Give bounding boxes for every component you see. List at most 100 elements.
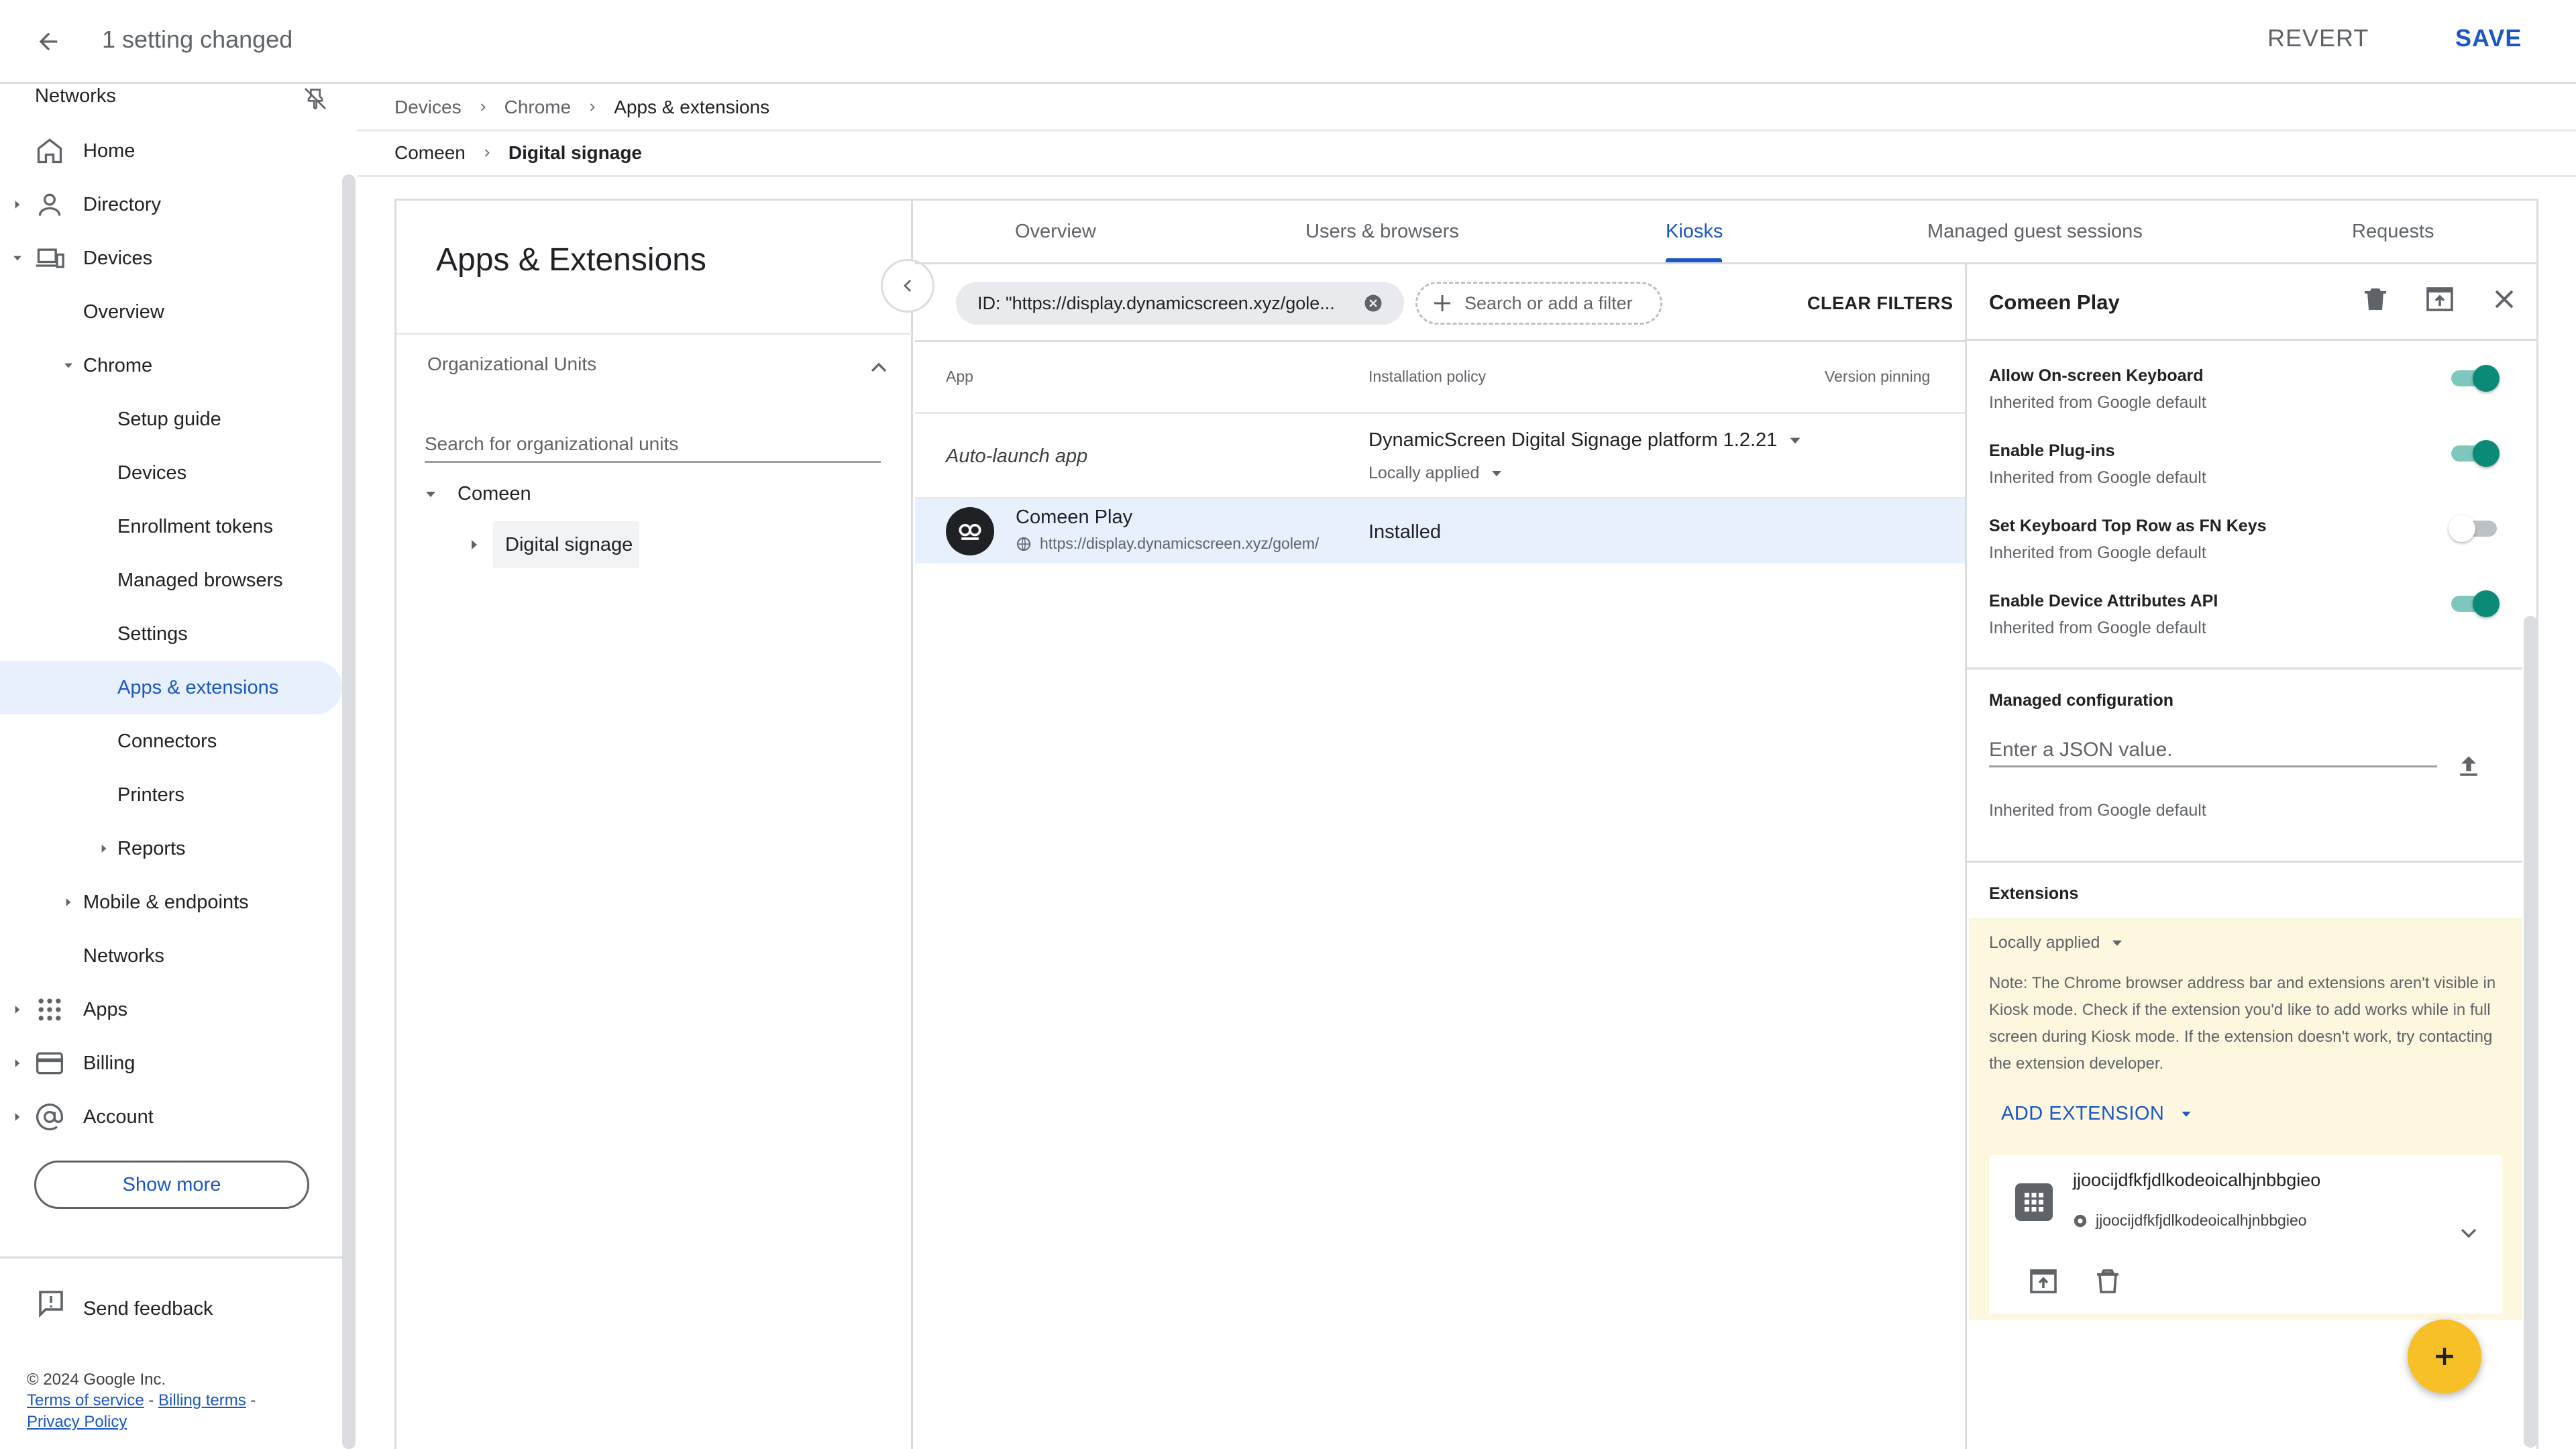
setting-title: Set Keyboard Top Row as FN Keys: [1989, 517, 2267, 535]
filter-chip[interactable]: ID: "https://display.dynamicscreen.xyz/g…: [956, 282, 1404, 325]
breadcrumb-comeen[interactable]: Comeen: [394, 142, 466, 164]
open-in-new-icon[interactable]: [2424, 283, 2456, 315]
billing-terms-link[interactable]: Billing terms: [158, 1391, 246, 1409]
tree-item-label: Comeen: [458, 483, 531, 504]
caret-right-icon[interactable]: [97, 842, 111, 855]
chevron-down-icon[interactable]: [2455, 1220, 2482, 1246]
save-button[interactable]: SAVE: [2455, 24, 2522, 52]
sidebar-item-home[interactable]: Home: [0, 124, 343, 178]
caret-down-icon[interactable]: [423, 486, 439, 502]
sidebar-item-managed-browsers[interactable]: Managed browsers: [0, 553, 343, 607]
sidebar-item-devices[interactable]: Devices: [0, 231, 343, 285]
extensions-inheritance-select[interactable]: Locally applied: [1989, 933, 2125, 953]
show-more-button[interactable]: Show more: [34, 1161, 309, 1209]
sidebar-item-setup-guide[interactable]: Setup guide: [0, 392, 343, 446]
divider: [1965, 264, 1967, 1449]
open-in-new-icon[interactable]: [2027, 1265, 2059, 1297]
add-extension-button[interactable]: ADD EXTENSION: [2001, 1103, 2194, 1125]
chevron-up-icon[interactable]: [865, 354, 892, 381]
upload-icon[interactable]: [2454, 751, 2483, 781]
collapse-panel-button[interactable]: [881, 259, 934, 313]
clear-filters-button[interactable]: CLEAR FILTERS: [1807, 293, 1953, 314]
tab-requests[interactable]: Requests: [2352, 221, 2434, 243]
sidebar-item-overview[interactable]: Overview: [0, 285, 343, 339]
terms-of-service-link[interactable]: Terms of service: [27, 1391, 144, 1409]
sidebar-item-connectors[interactable]: Connectors: [0, 714, 343, 768]
sidebar-item-billing[interactable]: Billing: [0, 1036, 343, 1090]
tab-managed-guest-sessions[interactable]: Managed guest sessions: [1927, 221, 2143, 243]
column-header-app[interactable]: App: [946, 368, 973, 386]
breadcrumb-chrome[interactable]: Chrome: [504, 97, 572, 118]
caret-right-icon[interactable]: [11, 1110, 24, 1124]
dropdown-arrow-icon: [1492, 470, 1502, 476]
back-button[interactable]: [27, 20, 70, 63]
onscreen-keyboard-toggle[interactable]: [2449, 364, 2500, 392]
sidebar-item-label: Directory: [83, 193, 162, 215]
sidebar-item-chrome-devices[interactable]: Devices: [0, 446, 343, 500]
cancel-icon[interactable]: [1363, 293, 1383, 313]
tab-overview[interactable]: Overview: [1015, 221, 1096, 243]
breadcrumb-apps-extensions: Apps & extensions: [614, 97, 770, 117]
json-config-input[interactable]: [1989, 734, 2437, 767]
sidebar-item-directory[interactable]: Directory: [0, 178, 343, 231]
column-header-installation-policy[interactable]: Installation policy: [1368, 368, 1486, 386]
dropdown-arrow-icon: [2112, 940, 2123, 946]
sidebar-item-apps-extensions[interactable]: Apps & extensions: [0, 661, 342, 714]
feedback-icon[interactable]: [35, 1288, 67, 1320]
sidebar-item-label: Printers: [117, 784, 184, 806]
revert-button[interactable]: REVERT: [2267, 24, 2369, 52]
sidebar-item-label: Mobile & endpoints: [83, 891, 249, 913]
devices-icon: [36, 248, 64, 268]
sidebar-item-chrome[interactable]: Chrome: [0, 339, 343, 392]
sidebar-item-mobile-endpoints[interactable]: Mobile & endpoints: [0, 875, 343, 929]
sidebar-item-apps[interactable]: Apps: [0, 983, 343, 1036]
tree-item-label: Digital signage: [505, 533, 633, 555]
sidebar-item-reports[interactable]: Reports: [0, 822, 343, 875]
detail-scrollbar[interactable]: [2524, 616, 2537, 1448]
tab-users-browsers[interactable]: Users & browsers: [1305, 221, 1459, 243]
close-icon[interactable]: [2488, 283, 2520, 315]
caret-down-icon[interactable]: [11, 252, 24, 265]
sidebar: Networks Home Directory Devices Overview…: [0, 84, 343, 1449]
sidebar-item-label: Devices: [83, 247, 153, 269]
tree-item-digital-signage[interactable]: Digital signage: [493, 521, 639, 568]
divider: [1967, 861, 2522, 863]
caret-down-icon[interactable]: [62, 359, 75, 372]
pin-off-icon[interactable]: [302, 85, 329, 109]
ou-breadcrumb: Comeen Digital signage: [394, 142, 642, 164]
footer-separator: -: [246, 1391, 256, 1409]
delete-icon[interactable]: [2092, 1265, 2124, 1297]
caret-right-icon[interactable]: [466, 537, 482, 553]
org-units-panel: [394, 199, 913, 1449]
send-feedback-link[interactable]: Send feedback: [83, 1298, 213, 1320]
sidebar-item-enrollment-tokens[interactable]: Enrollment tokens: [0, 500, 343, 553]
plugins-toggle[interactable]: [2449, 439, 2500, 467]
sidebar-item-settings[interactable]: Settings: [0, 607, 343, 661]
caret-right-icon[interactable]: [62, 896, 75, 909]
sidebar-item-networks-partial[interactable]: Networks: [0, 84, 343, 109]
extension-id-text: jjoocijdfkfjdlkodeoicalhjnbbgieo: [2096, 1212, 2307, 1229]
device-attributes-toggle[interactable]: [2449, 589, 2500, 617]
sidebar-item-label: Settings: [117, 623, 188, 645]
delete-icon[interactable]: [2359, 283, 2392, 315]
caret-right-icon[interactable]: [11, 1057, 24, 1070]
auto-launch-select[interactable]: DynamicScreen Digital Signage platform 1…: [1368, 429, 1804, 451]
add-fab-button[interactable]: [2408, 1320, 2481, 1393]
tab-kiosks[interactable]: Kiosks: [1666, 221, 1723, 243]
caret-right-icon[interactable]: [11, 198, 24, 211]
ou-search-input[interactable]: [425, 427, 881, 463]
divider: [915, 412, 1967, 414]
tree-item-comeen[interactable]: Comeen: [423, 483, 531, 505]
inheritance-select[interactable]: Locally applied: [1368, 464, 1505, 483]
sidebar-item-networks[interactable]: Networks: [0, 929, 343, 983]
sidebar-scrollbar[interactable]: [342, 174, 356, 1449]
sidebar-item-label: Overview: [83, 301, 164, 323]
privacy-policy-link[interactable]: Privacy Policy: [27, 1413, 127, 1432]
caret-right-icon[interactable]: [11, 1003, 24, 1016]
fn-keys-toggle[interactable]: [2449, 514, 2500, 542]
sidebar-item-printers[interactable]: Printers: [0, 768, 343, 822]
sidebar-item-account[interactable]: Account: [0, 1090, 343, 1144]
sidebar-item-label: Apps: [83, 998, 128, 1020]
breadcrumb-devices[interactable]: Devices: [394, 97, 462, 118]
column-header-version-pinning[interactable]: Version pinning: [1825, 368, 1930, 386]
